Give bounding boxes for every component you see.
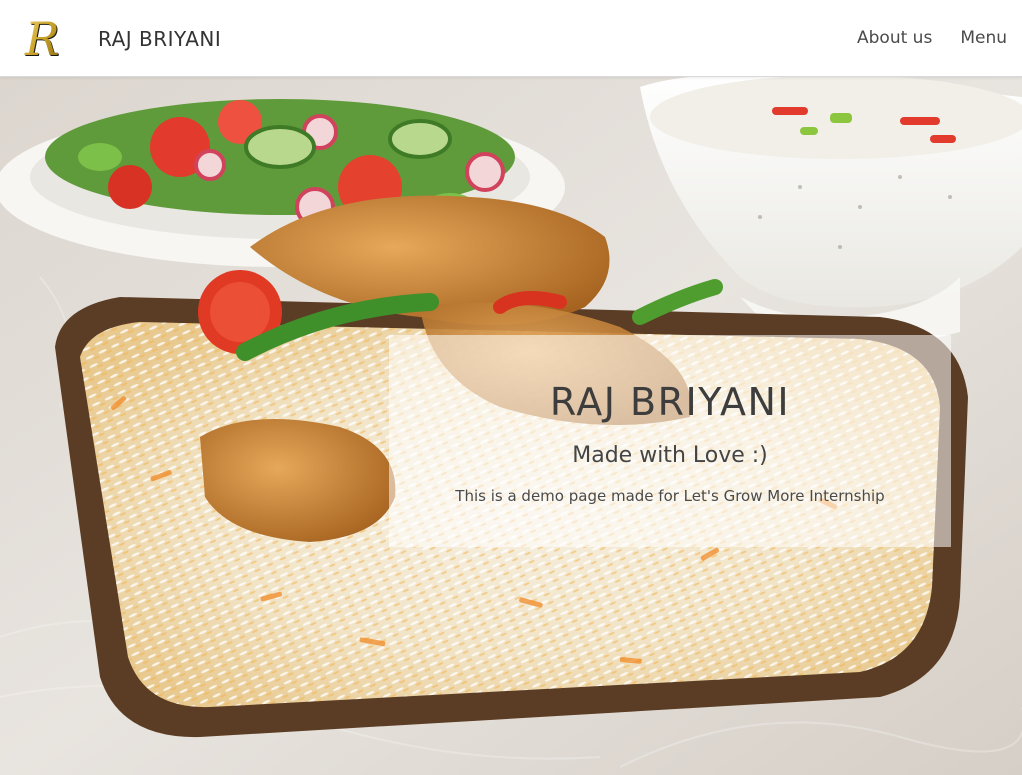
- nav-link-about-us[interactable]: About us: [857, 27, 932, 49]
- brand-name[interactable]: RAJ BRIYANI: [98, 26, 221, 52]
- brand-logo[interactable]: R R: [22, 12, 72, 67]
- hero-title: RAJ BRIYANI: [549, 380, 791, 424]
- navbar: R R RAJ BRIYANI About us Menu: [0, 0, 1022, 77]
- logo-r-icon: R R: [24, 12, 61, 67]
- nav-links: About us Menu: [857, 27, 1007, 49]
- nav-link-menu[interactable]: Menu: [960, 27, 1007, 49]
- svg-text:R: R: [24, 12, 60, 64]
- hero-description: This is a demo page made for Let's Grow …: [455, 487, 885, 505]
- hero-subtitle: Made with Love :): [572, 443, 768, 468]
- hero-card: RAJ BRIYANI Made with Love :) This is a …: [389, 335, 951, 547]
